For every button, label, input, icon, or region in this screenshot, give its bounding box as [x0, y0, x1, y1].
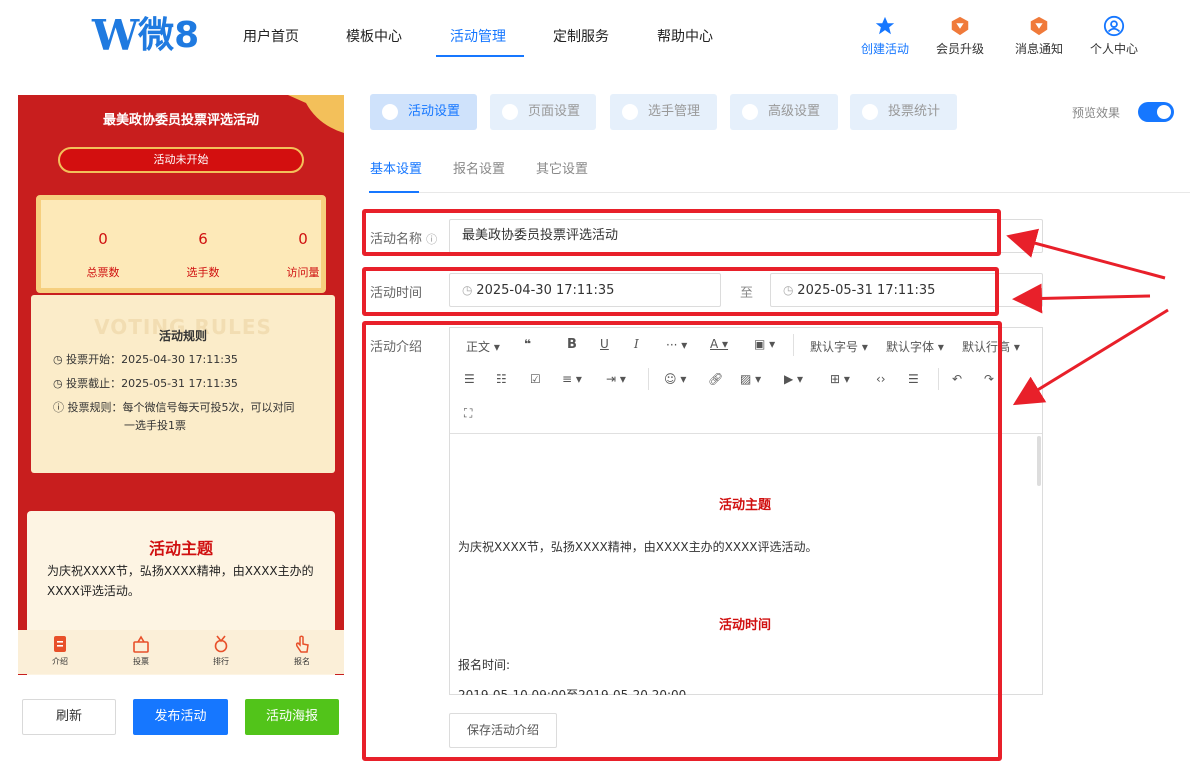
- annotation-arrows-icon: [1006, 228, 1169, 406]
